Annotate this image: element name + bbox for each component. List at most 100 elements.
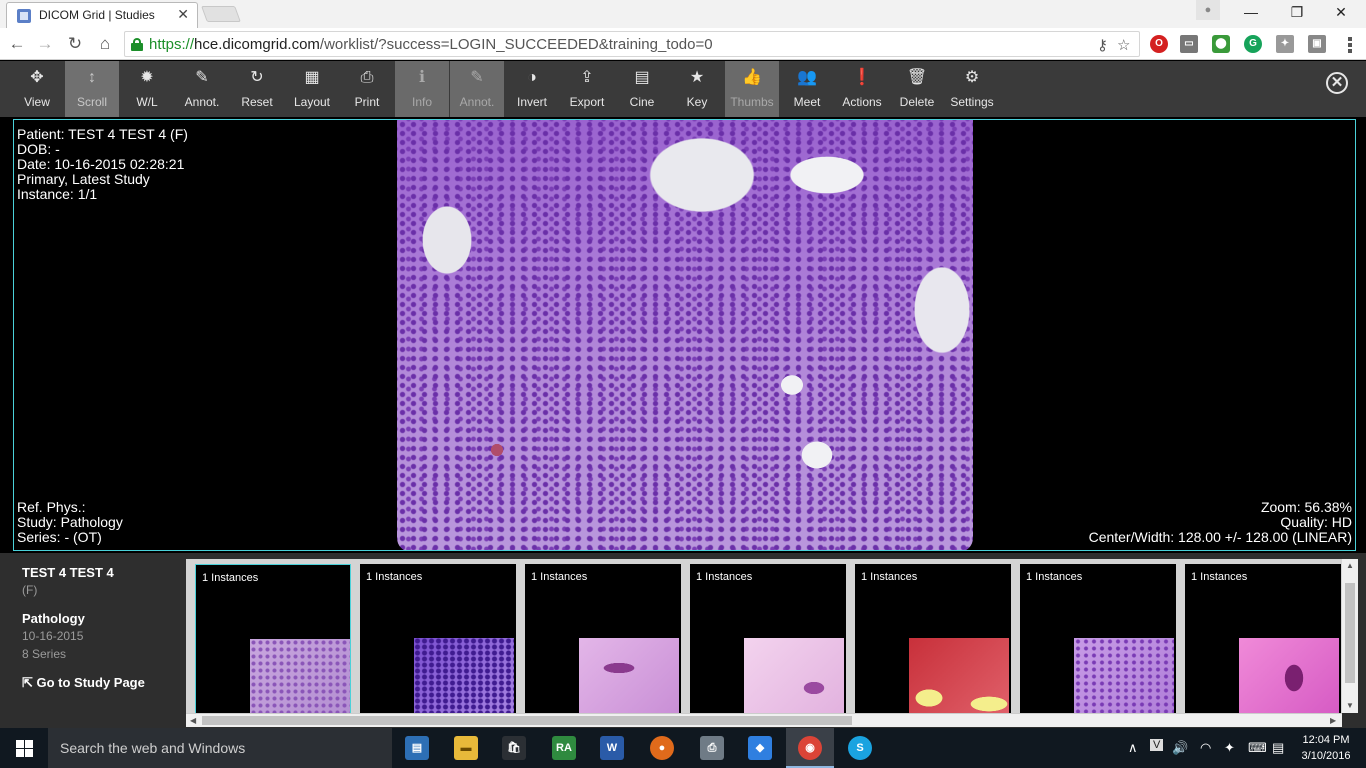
image-viewport[interactable]: Patient: TEST 4 TEST 4 (F) DOB: - Date: … bbox=[13, 119, 1356, 551]
skype-icon[interactable]: S bbox=[848, 736, 872, 760]
tool-settings-button[interactable]: ⚙ Settings bbox=[945, 61, 999, 117]
study-strip: TEST 4 TEST 4 (F) Pathology 10-16-2015 8… bbox=[0, 553, 1366, 728]
url-path: /worklist/?success=LOGIN_SUCCEEDED&train… bbox=[319, 36, 713, 53]
tool-key-image-button[interactable]: ★ Key bbox=[670, 61, 724, 117]
dob-line: DOB: - bbox=[17, 141, 60, 157]
thumbnail-image bbox=[1074, 638, 1174, 713]
tool-annotate-button[interactable]: ✎ Annot. bbox=[175, 61, 229, 117]
thumbnails-horizontal-scrollbar[interactable]: ◀ ▶ bbox=[186, 713, 1342, 727]
tool-annotations-button[interactable]: ✎ Annot. bbox=[450, 61, 504, 117]
grammarly-icon[interactable]: G bbox=[1244, 35, 1262, 53]
tool-view-button[interactable]: ✥ View bbox=[10, 61, 64, 117]
close-viewer-icon[interactable]: ✕ bbox=[1326, 72, 1348, 94]
series-thumbnail[interactable]: 1 Instances bbox=[1185, 564, 1341, 713]
tool-scroll-button[interactable]: ↕ Scroll bbox=[65, 61, 119, 117]
forward-icon[interactable]: → bbox=[34, 33, 56, 55]
tool-meet-button[interactable]: 👥 Meet bbox=[780, 61, 834, 117]
tool-layout-button[interactable]: ▦ Layout bbox=[285, 61, 339, 117]
taskbar-clock[interactable]: 12:04 PM 3/10/2016 bbox=[1296, 732, 1356, 764]
tool-export-button[interactable]: ⇪ Export bbox=[560, 61, 614, 117]
series-thumbnail[interactable]: 1 Instances bbox=[690, 564, 846, 713]
word-icon[interactable]: W bbox=[600, 736, 624, 760]
series-line: Series: - (OT) bbox=[17, 529, 102, 545]
dropbox-tray-icon[interactable]: ✦ bbox=[1224, 740, 1235, 756]
vertical-scroll-thumb[interactable] bbox=[1345, 583, 1355, 683]
keyboard-icon[interactable]: ⌨ bbox=[1248, 740, 1267, 756]
reload-icon[interactable]: ↻ bbox=[64, 33, 86, 55]
tool-label: View bbox=[24, 95, 50, 109]
chrome-menu-icon[interactable] bbox=[1342, 33, 1358, 55]
opera-extension-icon[interactable]: O bbox=[1150, 35, 1168, 53]
tool-thumbs-button[interactable]: 👍 Thumbs bbox=[725, 61, 779, 117]
thumbnail-instance-count: 1 Instances bbox=[531, 571, 588, 583]
task-view-icon[interactable]: ▤ bbox=[405, 736, 429, 760]
tool-print-button[interactable]: ⎙ Print bbox=[340, 61, 394, 117]
dropbox-icon[interactable]: ◆ bbox=[748, 736, 772, 760]
cast-icon[interactable]: ▭ bbox=[1180, 35, 1198, 53]
tab-close-icon[interactable]: ✕ bbox=[177, 6, 189, 23]
tray-v-icon[interactable]: V bbox=[1150, 739, 1164, 751]
home-icon[interactable]: ⌂ bbox=[94, 33, 116, 55]
scroll-down-icon[interactable]: ▼ bbox=[1346, 701, 1354, 710]
close-window-button[interactable]: ✕ bbox=[1318, 0, 1364, 26]
series-thumbnail[interactable]: 1 Instances bbox=[360, 564, 516, 713]
firefox-icon[interactable]: ● bbox=[650, 736, 674, 760]
series-thumbnail[interactable]: 1 Instances bbox=[525, 564, 681, 713]
store-icon[interactable]: 🛍 bbox=[502, 736, 526, 760]
volume-icon[interactable]: 🔊 bbox=[1172, 740, 1188, 756]
new-tab-button[interactable] bbox=[201, 6, 241, 22]
windows-start-icon[interactable] bbox=[0, 728, 48, 768]
profile-icon[interactable]: ● bbox=[1196, 0, 1220, 20]
pathology-slide-image[interactable] bbox=[397, 120, 973, 550]
minimize-button[interactable]: — bbox=[1228, 0, 1274, 26]
tool-info-button[interactable]: ℹ Info bbox=[395, 61, 449, 117]
go-to-study-label: Go to Study Page bbox=[36, 675, 145, 690]
tray-expand-icon[interactable]: ∧ bbox=[1128, 740, 1138, 756]
tool-window-level-button[interactable]: ✹ W/L bbox=[120, 61, 174, 117]
thumbnails-vertical-scrollbar[interactable]: ▲ ▼ bbox=[1342, 559, 1358, 713]
scroll-left-icon[interactable]: ◀ bbox=[190, 714, 196, 727]
scroll-right-icon[interactable]: ▶ bbox=[1330, 714, 1336, 727]
back-icon[interactable]: ← bbox=[6, 33, 28, 55]
restore-button[interactable]: ❐ bbox=[1274, 0, 1320, 26]
series-thumbnail[interactable]: 1 Instances bbox=[1020, 564, 1176, 713]
thumbnail-instance-count: 1 Instances bbox=[366, 571, 423, 583]
bookmark-star-icon[interactable]: ☆ bbox=[1117, 36, 1130, 54]
tool-reset-button[interactable]: ↻ Reset bbox=[230, 61, 284, 117]
viewer-toolbar: ✥ View ↕ Scroll ✹ W/L ✎ Annot. ↻ Reset ▦ Layout ⎙ Pri… bbox=[0, 61, 1366, 117]
tool-cine-button[interactable]: ▤ Cine bbox=[615, 61, 669, 117]
share-icon: ⇱ bbox=[22, 675, 37, 690]
annotate-icon: ✎ bbox=[195, 69, 209, 86]
key-icon[interactable]: ⚷ bbox=[1097, 36, 1108, 54]
taskbar-search-box[interactable]: Search the web and Windows bbox=[48, 728, 392, 768]
series-thumbnail[interactable]: 1 Instances bbox=[855, 564, 1011, 713]
go-to-study-link[interactable]: ⇱ Go to Study Page bbox=[22, 675, 145, 691]
tool-invert-button[interactable]: ◑ Invert bbox=[505, 61, 559, 117]
file-explorer-icon[interactable]: ▬ bbox=[454, 736, 478, 760]
ra-app-icon[interactable]: RA bbox=[552, 736, 576, 760]
address-bar[interactable]: https://hce.dicomgrid.com/worklist/?succ… bbox=[124, 31, 1140, 57]
tool-actions-button[interactable]: ❗ Actions bbox=[835, 61, 889, 117]
date-line: Date: 10-16-2015 02:28:21 bbox=[17, 156, 185, 172]
layers-extension-icon[interactable]: ▣ bbox=[1308, 35, 1326, 53]
tool-label: Meet bbox=[793, 95, 821, 109]
scanner-app-icon[interactable]: ⎙ bbox=[700, 736, 724, 760]
wifi-icon[interactable]: ◠ bbox=[1200, 740, 1211, 756]
url-host: hce.dicomgrid.com bbox=[194, 36, 320, 53]
scroll-up-icon[interactable]: ▲ bbox=[1346, 561, 1354, 570]
puzzle-extension-icon[interactable]: ✦ bbox=[1276, 35, 1294, 53]
settings-icon: ⚙ bbox=[964, 69, 980, 86]
extension-icon[interactable]: ⬤ bbox=[1212, 35, 1230, 53]
delete-icon: 🗑 bbox=[906, 69, 928, 86]
taskbar-search-placeholder: Search the web and Windows bbox=[60, 740, 246, 756]
study-modality: Pathology bbox=[22, 611, 85, 626]
horizontal-scroll-thumb[interactable] bbox=[202, 716, 852, 725]
notifications-icon[interactable]: ▤ bbox=[1272, 740, 1284, 756]
tool-delete-button[interactable]: 🗑 Delete bbox=[890, 61, 944, 117]
thumbnail-image bbox=[250, 639, 350, 713]
dicom-grid-favicon-icon bbox=[17, 9, 31, 23]
chrome-icon[interactable]: ◉ bbox=[798, 736, 822, 760]
series-thumbnail[interactable]: 1 Instances bbox=[195, 564, 351, 713]
browser-tab[interactable]: DICOM Grid | Studies ✕ bbox=[6, 2, 198, 28]
clock-time: 12:04 PM bbox=[1302, 734, 1350, 746]
